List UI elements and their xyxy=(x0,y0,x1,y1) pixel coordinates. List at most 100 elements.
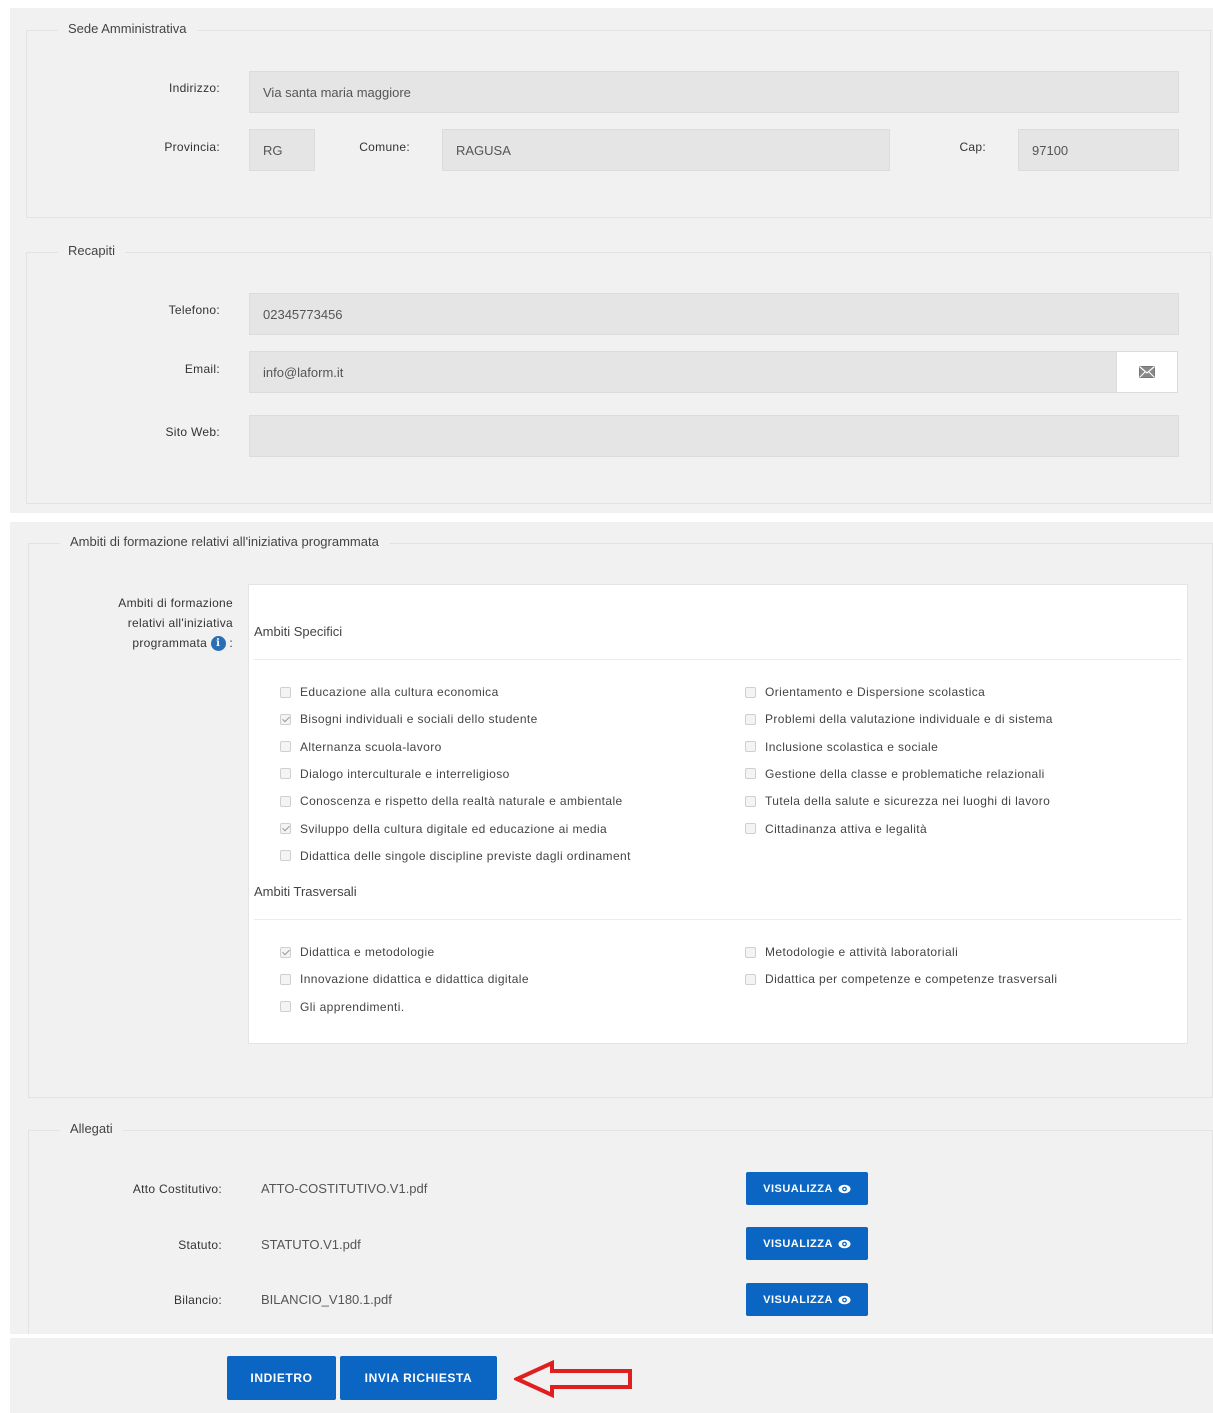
checkbox[interactable] xyxy=(280,741,291,753)
statuto-view-button[interactable]: VISUALIZZA xyxy=(746,1227,868,1260)
sito-label: Sito Web: xyxy=(165,425,220,439)
indirizzo-label: Indirizzo: xyxy=(168,81,220,95)
checkbox[interactable] xyxy=(280,973,291,985)
eye-icon xyxy=(838,1295,851,1304)
email-send-button[interactable] xyxy=(1116,351,1178,393)
cap-label: Cap: xyxy=(959,140,986,154)
info-icon[interactable]: i xyxy=(210,636,226,652)
checkbox[interactable] xyxy=(745,823,756,834)
checkbox-label: Cittadinanza attiva e legalità xyxy=(765,821,928,836)
checkbox-item[interactable]: Didattica e metodologie xyxy=(280,945,435,959)
back-button[interactable]: INDIETRO xyxy=(227,1356,336,1400)
checkbox-label: Dialogo interculturale e interreligioso xyxy=(300,766,510,781)
atto-costitutivo-label: Atto Costitutivo: xyxy=(132,1182,222,1196)
cap-field[interactable]: 97100 xyxy=(1018,129,1179,171)
checkbox-label: Orientamento e Dispersione scolastica xyxy=(765,685,986,699)
checkbox-label: Innovazione didattica e didattica digita… xyxy=(300,972,529,987)
checkbox[interactable] xyxy=(745,946,756,958)
specifici-title: Ambiti Specifici xyxy=(254,624,343,639)
ambiti-label-line-1: Ambiti di formazione xyxy=(118,596,233,610)
recapiti-legend: Recapiti xyxy=(58,243,125,258)
checkbox[interactable] xyxy=(745,973,756,985)
bilancio-view-label: VISUALIZZA xyxy=(763,1293,833,1306)
checkbox-item[interactable]: Problemi della valutazione individuale e… xyxy=(745,712,1053,726)
checkbox-item[interactable]: Conoscenza e rispetto della realtà natur… xyxy=(280,794,623,808)
checkbox[interactable] xyxy=(280,768,291,780)
checkbox-item[interactable]: Innovazione didattica e didattica digita… xyxy=(280,972,529,986)
checkbox-label: Problemi della valutazione individuale e… xyxy=(765,712,1053,727)
sede-fieldset xyxy=(26,30,1211,218)
bilancio-label: Bilancio: xyxy=(173,1293,222,1307)
checkbox-item[interactable]: Gli apprendimenti. xyxy=(280,1000,405,1014)
checkbox[interactable] xyxy=(280,795,291,807)
statuto-file: STATUTO.V1.pdf xyxy=(261,1237,361,1252)
checkbox-item[interactable]: Dialogo interculturale e interreligioso xyxy=(280,767,510,781)
sito-field[interactable] xyxy=(249,415,1179,457)
statuto-view-label: VISUALIZZA xyxy=(763,1237,833,1250)
checkbox-item[interactable]: Metodologie e attività laboratoriali xyxy=(745,945,958,959)
checkbox-item[interactable]: Tutela della salute e sicurezza nei luog… xyxy=(745,794,1050,808)
atto-costitutivo-file: ATTO-COSTITUTIVO.V1.pdf xyxy=(261,1181,428,1196)
checkbox-item[interactable]: Educazione alla cultura economica xyxy=(280,685,499,699)
checkbox-label: Gli apprendimenti. xyxy=(300,999,405,1014)
trasversali-separator xyxy=(254,919,1182,920)
telefono-field[interactable]: 02345773456 xyxy=(249,293,1179,335)
checkbox[interactable] xyxy=(280,850,291,862)
checkbox-item[interactable]: Sviluppo della cultura digitale ed educa… xyxy=(280,822,607,836)
checkbox-item[interactable]: Orientamento e Dispersione scolastica xyxy=(745,685,985,699)
comune-field[interactable]: RAGUSA xyxy=(442,129,890,171)
statuto-label: Statuto: xyxy=(178,1238,222,1252)
allegati-legend: Allegati xyxy=(60,1121,123,1136)
checkbox[interactable] xyxy=(745,795,756,807)
comune-label: Comune: xyxy=(359,140,410,154)
checkbox-item[interactable]: Didattica delle singole discipline previ… xyxy=(280,849,631,863)
checkbox-label: Didattica e metodologie xyxy=(300,945,435,959)
checkbox[interactable] xyxy=(280,1001,291,1013)
ambiti-label-suffix: : xyxy=(229,636,233,650)
checkbox-label: Bisogni individuali e sociali dello stud… xyxy=(300,712,538,727)
atto-costitutivo-view-label: VISUALIZZA xyxy=(763,1182,833,1195)
sede-legend: Sede Amministrativa xyxy=(58,21,197,36)
checkbox[interactable] xyxy=(280,713,291,725)
envelope-icon xyxy=(1139,366,1155,378)
atto-costitutivo-view-button[interactable]: VISUALIZZA xyxy=(746,1172,868,1205)
eye-icon xyxy=(838,1239,851,1248)
checkbox-label: Didattica delle singole discipline previ… xyxy=(300,848,631,863)
provincia-field[interactable]: RG xyxy=(249,129,315,171)
ambiti-label-line-2: relativi all'iniziativa xyxy=(127,616,233,630)
checkbox-item[interactable]: Didattica per competenze e competenze tr… xyxy=(745,972,1057,986)
checkbox[interactable] xyxy=(280,946,291,958)
checkbox-label: Inclusione scolastica e sociale xyxy=(765,739,939,754)
ambiti-label-line-3: programmata xyxy=(132,636,208,650)
checkbox[interactable] xyxy=(280,823,291,834)
checkbox-item[interactable]: Bisogni individuali e sociali dello stud… xyxy=(280,712,538,726)
indirizzo-field[interactable]: Via santa maria maggiore xyxy=(249,71,1179,113)
bilancio-file: BILANCIO_V180.1.pdf xyxy=(261,1292,392,1307)
checkbox-item[interactable]: Inclusione scolastica e sociale xyxy=(745,740,938,754)
checkbox-label: Metodologie e attività laboratoriali xyxy=(765,945,959,959)
ambiti-label: Ambiti di formazione relativi all'inizia… xyxy=(60,593,233,653)
submit-request-button[interactable]: INVIA RICHIESTA xyxy=(340,1356,497,1400)
bilancio-view-button[interactable]: VISUALIZZA xyxy=(746,1283,868,1316)
checkbox-item[interactable]: Gestione della classe e problematiche re… xyxy=(745,767,1045,781)
email-label: Email: xyxy=(184,362,220,376)
checkbox-item[interactable]: Cittadinanza attiva e legalità xyxy=(745,822,927,836)
checkbox[interactable] xyxy=(745,741,756,753)
trasversali-title: Ambiti Trasversali xyxy=(254,884,357,899)
ambiti-legend: Ambiti di formazione relativi all'inizia… xyxy=(60,534,389,549)
provincia-label: Provincia: xyxy=(164,140,220,154)
checkbox[interactable] xyxy=(280,686,291,698)
checkbox-label: Conoscenza e rispetto della realtà natur… xyxy=(300,794,623,809)
checkbox-label: Tutela della salute e sicurezza nei luog… xyxy=(765,794,1051,809)
email-field[interactable]: info@laform.it xyxy=(249,351,1117,393)
eye-icon xyxy=(838,1184,851,1193)
checkbox-label: Sviluppo della cultura digitale ed educa… xyxy=(300,821,608,836)
checkbox-item[interactable]: Alternanza scuola-lavoro xyxy=(280,740,442,754)
checkbox-label: Gestione della classe e problematiche re… xyxy=(765,766,1045,781)
checkbox[interactable] xyxy=(745,768,756,780)
checkbox[interactable] xyxy=(745,686,756,698)
arrow-left-icon xyxy=(514,1360,632,1398)
checkbox[interactable] xyxy=(745,713,756,725)
specifici-separator xyxy=(254,659,1182,660)
telefono-label: Telefono: xyxy=(168,303,220,317)
